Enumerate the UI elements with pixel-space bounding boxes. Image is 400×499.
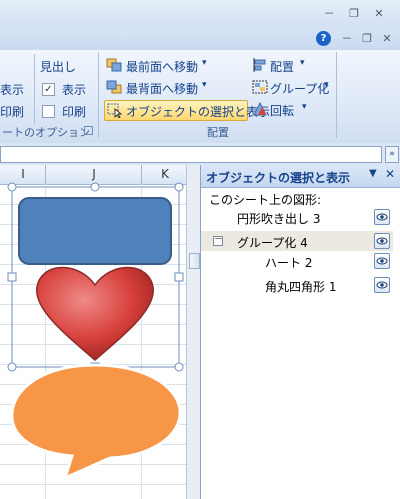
eye-icon[interactable] <box>374 277 390 293</box>
shapes-layer <box>7 182 184 481</box>
list-item-selected[interactable]: － グループ化 4 <box>201 231 393 251</box>
selection-pane-button[interactable]: オブジェクトの選択と表示 <box>104 100 270 121</box>
pane-menu-icon[interactable]: ▼ <box>369 168 377 179</box>
send-back-icon <box>106 80 122 94</box>
headings-header: 見出し <box>40 60 77 74</box>
list-item[interactable]: ハート 2 <box>201 251 393 271</box>
rotate-button[interactable]: 回転 ▾ <box>250 100 340 118</box>
align-icon <box>253 58 266 72</box>
dialog-launcher-icon[interactable] <box>84 126 93 135</box>
bring-to-front-label: 最前面へ移動 <box>126 60 199 74</box>
restore-button[interactable]: ❐ <box>345 6 363 22</box>
selection-pane: オブジェクトの選択と表示 ▼ ✕ このシート上の図形: 円形吹き出し 3 － グ… <box>200 165 400 499</box>
gridlines-show-label: 表示 <box>0 83 25 97</box>
doc-minimize-button[interactable]: － <box>338 31 356 47</box>
headings-show-label: 表示 <box>62 83 87 97</box>
group-icon <box>252 80 268 94</box>
oval-callout-shape[interactable] <box>10 363 182 481</box>
selection-pane-title: オブジェクトの選択と表示 <box>206 171 351 185</box>
heart-shape[interactable] <box>35 266 155 361</box>
eye-icon[interactable] <box>374 253 390 269</box>
pane-close-icon[interactable]: ✕ <box>385 167 395 181</box>
title-bar: － ❐ ✕ <box>0 0 400 28</box>
chevron-down-icon: ▾ <box>302 102 307 112</box>
rotate-icon <box>253 102 267 116</box>
eye-icon[interactable] <box>374 233 390 249</box>
shape-name: 円形吹き出し 3 <box>237 212 321 226</box>
rotate-label: 回転 <box>270 104 295 118</box>
doc-close-button[interactable]: ✕ <box>378 31 396 47</box>
shape-name: グループ化 4 <box>237 236 308 250</box>
collapse-icon[interactable]: － <box>213 236 223 246</box>
send-to-back-label: 最背面へ移動 <box>126 82 199 96</box>
worksheet[interactable]: I J K <box>0 165 186 499</box>
ribbon-tab-row: ? － ❐ ✕ <box>0 28 400 51</box>
bring-to-front-button[interactable]: 最前面へ移動 ▾ <box>104 56 244 74</box>
gridlines-print-label: 印刷 <box>0 105 25 119</box>
divider <box>98 52 99 138</box>
ribbon: 表示 印刷 見出し ✓ 表示 印刷 ートのオプション 最前面へ移動 ▾ 最背面へ… <box>0 50 400 144</box>
chevron-down-icon: ▾ <box>202 80 207 90</box>
minimize-button[interactable]: － <box>320 6 338 22</box>
formula-bar: » <box>0 143 400 165</box>
expand-formula-bar-icon[interactable]: » <box>385 146 399 163</box>
close-button[interactable]: ✕ <box>370 6 388 22</box>
list-item[interactable]: 角丸四角形 1 <box>201 275 393 295</box>
selection-pane-icon <box>107 103 123 118</box>
arrange-group-label: 配置 <box>207 126 229 139</box>
doc-restore-button[interactable]: ❐ <box>358 31 376 47</box>
chevron-down-icon: ▾ <box>300 58 305 68</box>
selection-pane-label: オブジェクトの選択と表示 <box>126 105 271 119</box>
send-to-back-button[interactable]: 最背面へ移動 ▾ <box>104 78 244 96</box>
rounded-rectangle-shape[interactable] <box>18 197 172 265</box>
headings-show-checkbox[interactable]: ✓ <box>42 83 55 96</box>
align-label: 配置 <box>270 60 295 74</box>
vertical-scrollbar[interactable] <box>186 165 201 499</box>
help-icon[interactable]: ? <box>316 31 331 46</box>
eye-icon[interactable] <box>374 209 390 225</box>
selection-pane-header: オブジェクトの選択と表示 ▼ ✕ <box>201 165 400 188</box>
group-button[interactable]: グループ化 ▾ <box>250 78 340 96</box>
chevron-down-icon: ▾ <box>324 80 329 90</box>
shape-name: 角丸四角形 1 <box>265 280 337 294</box>
shape-name: ハート 2 <box>265 256 313 270</box>
headings-print-checkbox[interactable] <box>42 105 55 118</box>
divider <box>34 54 35 124</box>
formula-input[interactable] <box>0 146 382 163</box>
scrollbar-thumb[interactable] <box>189 253 200 269</box>
shapes-on-sheet-label: このシート上の図形: <box>209 193 322 207</box>
align-button[interactable]: 配置 ▾ <box>250 56 340 74</box>
group-label: グループ化 <box>270 82 330 96</box>
headings-print-label: 印刷 <box>62 105 87 119</box>
chevron-down-icon: ▾ <box>202 58 207 68</box>
bring-front-icon <box>106 58 122 72</box>
divider <box>336 52 337 138</box>
sheet-options-group-label: ートのオプション <box>2 126 90 139</box>
list-item[interactable]: 円形吹き出し 3 <box>201 207 393 227</box>
